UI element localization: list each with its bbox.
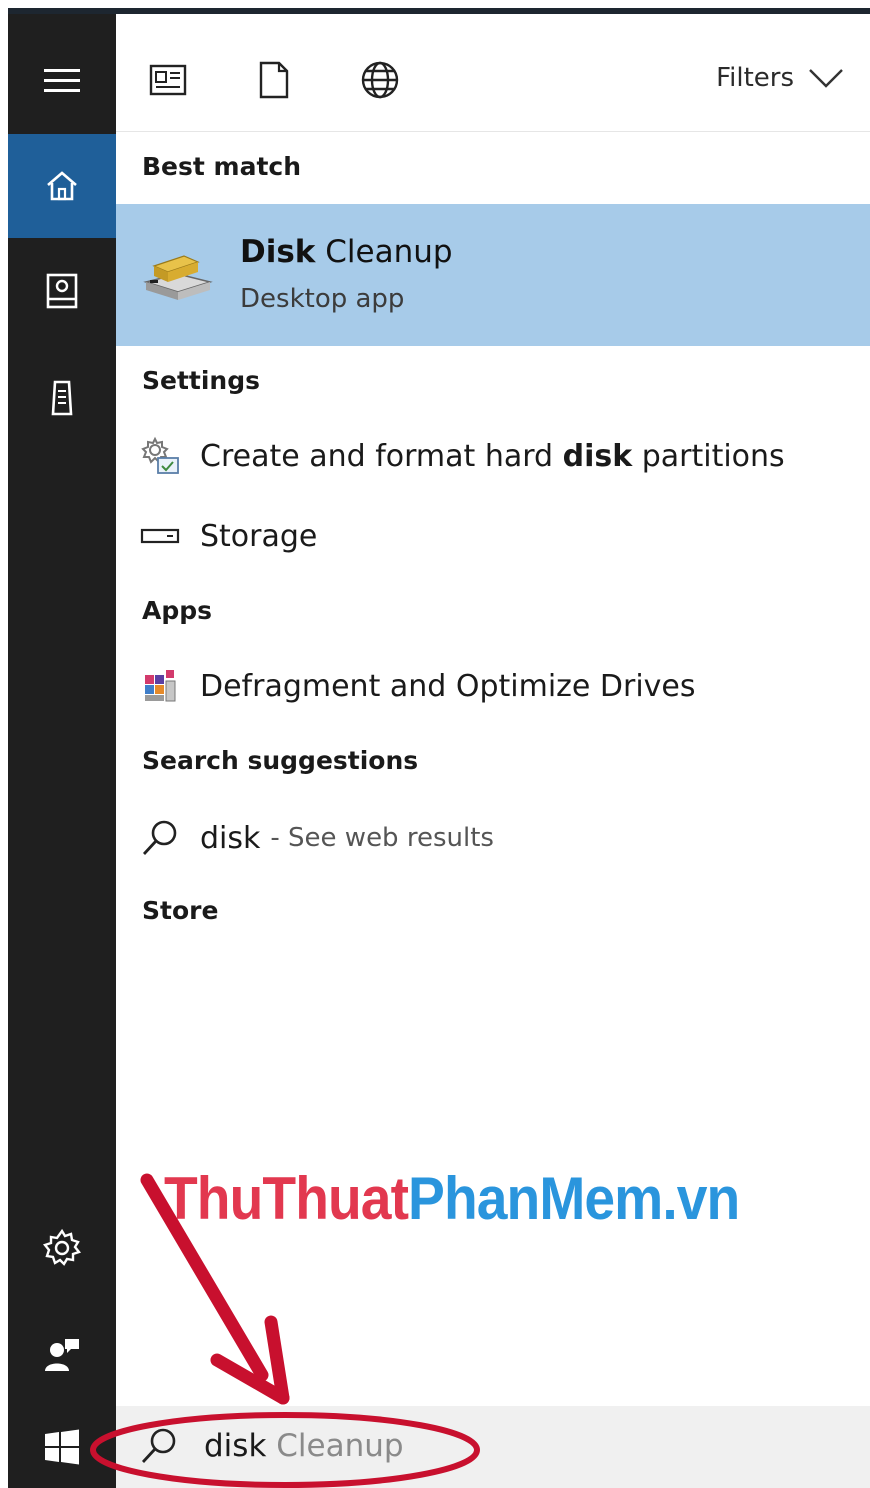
defragment-icon	[138, 664, 182, 708]
start-sidebar	[8, 14, 116, 1406]
results-toolbar: Filters	[116, 14, 870, 132]
section-store: Store	[142, 896, 219, 925]
hamburger-icon	[44, 69, 80, 92]
suggestion-term: disk	[200, 820, 261, 856]
window-top-edge	[0, 0, 870, 14]
best-match-subtitle: Desktop app	[240, 284, 405, 314]
disk-partitions-label-post: partitions	[632, 438, 785, 474]
filters-dropdown[interactable]: Filters	[716, 60, 844, 96]
document-icon	[259, 61, 289, 99]
disk-partitions-label-pre: Create and format hard	[200, 438, 563, 474]
taskbar-search-box[interactable]: disk Cleanup	[116, 1406, 870, 1488]
windows-logo-icon	[45, 1429, 79, 1465]
sidebar-item-notebook[interactable]	[8, 240, 116, 344]
best-match-title-bold: Disk	[240, 234, 316, 270]
news-filter-button[interactable]	[146, 58, 190, 102]
hamburger-menu-button[interactable]	[8, 28, 116, 132]
home-icon	[47, 171, 77, 201]
sidebar-item-feedback[interactable]	[8, 1302, 116, 1406]
best-match-title: Disk Cleanup	[240, 234, 453, 270]
suggestion-web-results[interactable]: disk - See web results	[138, 810, 858, 866]
section-best-match: Best match	[142, 152, 302, 181]
storage-label: Storage	[200, 518, 318, 554]
suggestion-hint: - See web results	[270, 823, 494, 853]
watermark-part-b: PhanMem.vn	[408, 1165, 740, 1232]
app-item-defragment[interactable]: Defragment and Optimize Drives	[138, 658, 858, 714]
taskbar: disk Cleanup	[8, 1406, 870, 1488]
search-box-icon	[141, 1428, 176, 1463]
filters-label: Filters	[716, 63, 794, 93]
best-match-title-rest: Cleanup	[315, 234, 453, 270]
defragment-label: Defragment and Optimize Drives	[200, 668, 696, 704]
chevron-down-icon	[809, 69, 843, 88]
start-button[interactable]	[8, 1406, 116, 1488]
disk-partitions-label-bold: disk	[562, 438, 633, 474]
watermark-part-a: ThuThuat	[164, 1165, 409, 1232]
web-filter-button[interactable]	[358, 58, 402, 102]
section-settings: Settings	[142, 366, 261, 395]
search-query: disk Cleanup	[204, 1428, 404, 1464]
watermark-logo: ThuThuatPhanMem.vn	[164, 1164, 740, 1233]
search-query-autocomplete: Cleanup	[266, 1428, 404, 1464]
search-query-typed: disk	[204, 1428, 267, 1464]
sidebar-item-settings[interactable]	[8, 1196, 116, 1300]
disk-cleanup-icon	[143, 255, 213, 300]
best-match-result[interactable]: Disk Cleanup Desktop app	[116, 204, 870, 346]
search-icon	[138, 816, 182, 860]
documents-filter-button[interactable]	[252, 58, 296, 102]
sidebar-item-devices[interactable]	[8, 346, 116, 450]
disk-management-icon	[138, 434, 182, 478]
news-icon	[149, 64, 187, 96]
storage-drive-icon	[138, 514, 182, 558]
disk-partitions-label: Create and format hard disk partitions	[200, 439, 785, 474]
web-globe-icon	[361, 61, 399, 99]
feedback-person-icon	[45, 1339, 79, 1371]
settings-item-storage[interactable]: Storage	[138, 508, 858, 564]
section-apps: Apps	[142, 596, 213, 625]
settings-item-disk-partitions[interactable]: Create and format hard disk partitions	[138, 428, 858, 484]
device-tower-icon	[51, 380, 73, 416]
section-search-suggestions: Search suggestions	[142, 746, 419, 775]
sidebar-item-home[interactable]	[8, 134, 116, 238]
gear-icon	[42, 1228, 82, 1266]
notebook-icon	[46, 273, 78, 309]
